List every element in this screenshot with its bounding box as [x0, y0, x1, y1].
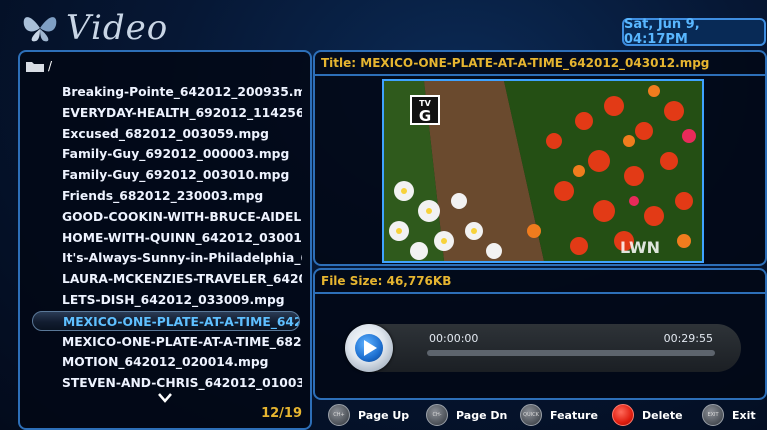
ch-minus-icon: CH- [426, 404, 448, 426]
delete-button[interactable]: Delete [612, 404, 683, 426]
file-item[interactable]: Family-Guy_692012_003010.mpg [62, 165, 302, 185]
page-up-button[interactable]: CH+ Page Up [328, 404, 409, 426]
file-item[interactable]: Breaking-Pointe_642012_200935.mpg [62, 82, 302, 102]
file-item[interactable]: LETS-DISH_642012_033009.mpg [62, 290, 302, 310]
channel-watermark: LWN [620, 238, 660, 257]
file-item[interactable]: It's-Always-Sunny-in-Philadelphia_68201.… [62, 248, 302, 268]
play-icon [355, 334, 383, 362]
file-item[interactable]: STEVEN-AND-CHRIS_642012_010037.mpg [62, 373, 302, 393]
file-item[interactable]: LAURA-MCKENZIES-TRAVELER_642012_0... [62, 269, 302, 289]
file-item[interactable]: HOME-WITH-QUINN_642012_030012.mpg [62, 228, 302, 248]
video-preview-thumbnail: TV G LWN [382, 79, 704, 263]
footer-button-label: Exit [732, 408, 756, 422]
datetime-display: Sat, Jun 9, 04:17PM [622, 17, 766, 47]
file-item[interactable]: Excused_682012_003059.mpg [62, 124, 302, 144]
time-current: 00:00:00 [429, 332, 479, 345]
file-item[interactable]: Friends_682012_230003.mpg [62, 186, 302, 206]
footer-button-label: Delete [642, 408, 683, 422]
feature-button[interactable]: QUICK Feature [520, 404, 598, 426]
exit-icon: EXIT [702, 404, 724, 426]
tv-rating-badge: G [419, 107, 431, 125]
file-item[interactable]: Family-Guy_692012_000003.mpg [62, 144, 302, 164]
playback-panel: File Size: 46,776KB 00:00:00 00:29:55 [313, 268, 767, 400]
exit-button[interactable]: EXIT Exit [702, 404, 756, 426]
file-browser-panel: / Breaking-Pointe_642012_200935.mpg EVERY… [18, 50, 312, 430]
footer-button-label: Page Dn [456, 408, 508, 422]
progress-track[interactable] [427, 350, 715, 356]
details-panel: Title: MEXICO-ONE-PLATE-AT-A-TIME_642012… [313, 50, 767, 266]
page-dn-button[interactable]: CH- Page Dn [426, 404, 507, 426]
play-button[interactable] [345, 324, 393, 372]
path-bar: / [26, 58, 52, 74]
remote-key-label: CH- [432, 412, 442, 418]
page-title: Video [66, 8, 169, 48]
footer-button-bar: CH+ Page Up CH- Page Dn QUICK Feature Delete EX… [324, 402, 764, 428]
file-item[interactable]: MEXICO-ONE-PLATE-AT-A-TIME_682012_... [62, 332, 302, 352]
garden-preview-image: TV G LWN [384, 81, 702, 261]
quick-icon: QUICK [520, 404, 542, 426]
video-title-label: Title: MEXICO-ONE-PLATE-AT-A-TIME_642012… [315, 52, 765, 76]
file-item[interactable]: EVERYDAY-HEALTH_692012_114256.mpg [62, 103, 302, 123]
page-indicator: 12/19 [261, 406, 302, 421]
current-path: / [48, 59, 53, 73]
ch-plus-icon: CH+ [328, 404, 350, 426]
file-item[interactable]: GOOD-COOKIN-WITH-BRUCE-AIDELLS_642... [62, 207, 302, 227]
butterfly-logo-icon [23, 17, 57, 42]
file-item-selected[interactable]: MEXICO-ONE-PLATE-AT-A-TIME_642... [32, 310, 300, 331]
remote-key-label: CH+ [333, 412, 345, 418]
red-button-icon [612, 404, 634, 426]
scroll-down-chevron-icon[interactable] [158, 393, 172, 403]
remote-key-label: QUICK [523, 412, 539, 418]
file-size-label: File Size: 46,776KB [315, 270, 765, 294]
remote-key-label: EXIT [707, 412, 719, 418]
folder-icon [26, 62, 44, 72]
footer-button-label: Feature [550, 408, 598, 422]
time-total: 00:29:55 [663, 332, 713, 345]
footer-button-label: Page Up [358, 408, 410, 422]
app-header: Video [20, 8, 168, 48]
file-item[interactable]: MOTION_642012_020014.mpg [62, 352, 302, 372]
